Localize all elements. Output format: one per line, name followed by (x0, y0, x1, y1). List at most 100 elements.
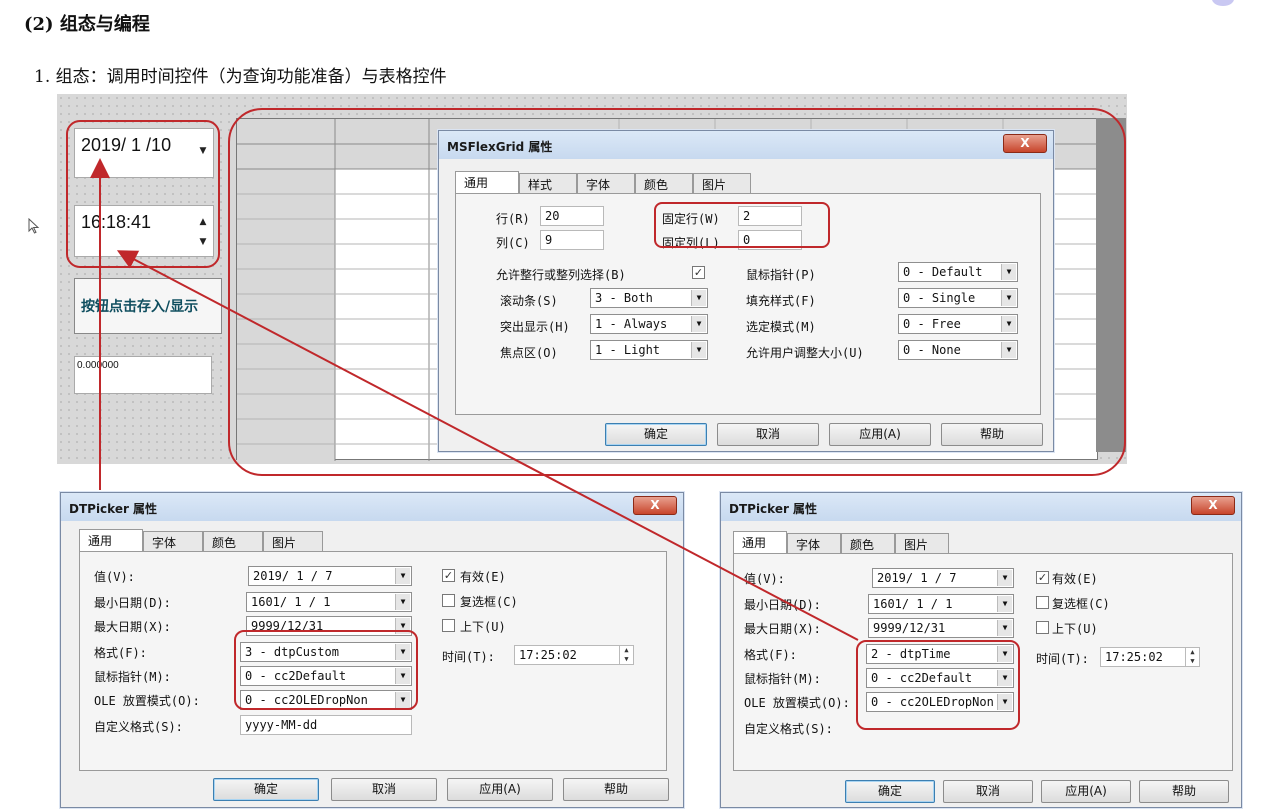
tab-strip: 通用 样式 字体 颜色 图片 (455, 171, 785, 195)
dialog-title: MSFlexGrid 属性 (439, 131, 1053, 159)
help-button[interactable]: 帮助 (941, 423, 1043, 446)
time-label: 时间(T): (442, 650, 495, 664)
apply-button[interactable]: 应用(A) (1041, 780, 1131, 803)
help-button[interactable]: 帮助 (563, 778, 669, 801)
time-field[interactable]: 17:25:02 ▲ ▼ (514, 645, 634, 665)
max-date-select[interactable]: 9999/12/31 ▼ (868, 618, 1014, 638)
focus-rect-select[interactable]: 1 - Light ▼ (590, 340, 708, 360)
spin-icon[interactable]: ▲ ▼ (619, 646, 633, 664)
cancel-button[interactable]: 取消 (331, 778, 437, 801)
dropdown-arrow-icon: ▼ (395, 594, 410, 610)
checkbox-checkbox[interactable] (1036, 596, 1049, 609)
fixed-cols-field[interactable]: 0 (738, 230, 802, 250)
apply-button[interactable]: 应用(A) (829, 423, 931, 446)
general-panel: 行(R) 20 列(C) 9 固定行(W) 2 固定列(L) 0 允许整行或整列… (455, 193, 1041, 415)
ok-button[interactable]: 确定 (845, 780, 935, 803)
value-select[interactable]: 2019/ 1 / 7 ▼ (248, 566, 412, 586)
dtpicker-time-control[interactable]: 16:18:41 ▲ ▼ (74, 205, 214, 257)
updown-checkbox[interactable] (442, 619, 455, 632)
allow-resize-select[interactable]: 0 - None ▼ (898, 340, 1018, 360)
ole-drop-select[interactable]: 0 - cc2OLEDropNon ▼ (240, 690, 412, 710)
store-display-button[interactable]: 按钮点击存入/显示 (74, 278, 222, 334)
ok-button[interactable]: 确定 (605, 423, 707, 446)
fill-style-value: 0 - Single (903, 291, 976, 305)
tab-style[interactable]: 样式 (519, 173, 577, 193)
tab-picture[interactable]: 图片 (693, 173, 751, 193)
min-date-select[interactable]: 1601/ 1 / 1 ▼ (246, 592, 412, 612)
tab-strip: 通用 字体 颜色 图片 (79, 529, 359, 553)
mouse-pointer-label: 鼠标指针(M): (94, 670, 171, 684)
tab-font[interactable]: 字体 (143, 531, 203, 551)
cols-field[interactable]: 9 (540, 230, 604, 250)
spin-icon[interactable]: ▲ ▼ (1185, 648, 1199, 666)
spin-down-icon: ▼ (624, 655, 629, 663)
mouse-pointer-select[interactable]: 0 - Default ▼ (898, 262, 1018, 282)
tab-color[interactable]: 颜色 (635, 173, 693, 193)
format-select[interactable]: 3 - dtpCustom ▼ (240, 642, 412, 662)
step-heading: 1. 组态：调用时间控件（为查询功能准备）与表格控件 (34, 67, 447, 87)
updown-checkbox[interactable] (1036, 621, 1049, 634)
value-select[interactable]: 2019/ 1 / 7 ▼ (872, 568, 1014, 588)
dtpicker-date-control[interactable]: 2019/ 1 /10 ▼ (74, 128, 214, 178)
value-text: 2019/ 1 / 7 (877, 571, 957, 585)
dtpicker-time-value: 16:18:41 (81, 212, 152, 232)
dropdown-arrow-icon: ▼ (395, 692, 410, 708)
cancel-button[interactable]: 取消 (717, 423, 819, 446)
dropdown-arrow-icon: ▼ (691, 316, 706, 332)
rows-field[interactable]: 20 (540, 206, 604, 226)
allow-resize-label: 允许用户调整大小(U) (746, 346, 864, 360)
selection-mode-select[interactable]: 0 - Free ▼ (898, 314, 1018, 334)
max-date-select[interactable]: 9999/12/31 ▼ (246, 616, 412, 636)
custom-format-field[interactable]: yyyy-MM-dd (240, 715, 412, 735)
decorative-blob (1212, 0, 1234, 6)
apply-button[interactable]: 应用(A) (447, 778, 553, 801)
spin-down-icon[interactable]: ▼ (195, 234, 211, 250)
highlight-value: 1 - Always (595, 317, 668, 331)
close-icon[interactable]: X (633, 496, 677, 515)
tab-color[interactable]: 颜色 (203, 531, 263, 551)
tab-picture[interactable]: 图片 (263, 531, 323, 551)
close-icon[interactable]: X (1003, 134, 1047, 153)
highlight-select[interactable]: 1 - Always ▼ (590, 314, 708, 334)
enabled-checkbox[interactable]: ✓ (442, 569, 455, 582)
dtpicker-date-value: 2019/ 1 /10 (81, 135, 172, 155)
min-date-select[interactable]: 1601/ 1 / 1 ▼ (868, 594, 1014, 614)
fill-style-label: 填充样式(F) (746, 294, 816, 308)
enabled-label: 有效(E) (460, 570, 506, 584)
tab-color[interactable]: 颜色 (841, 533, 895, 553)
fixed-rows-field[interactable]: 2 (738, 206, 802, 226)
dropdown-arrow-icon: ▼ (997, 570, 1012, 586)
tab-general[interactable]: 通用 (733, 531, 787, 553)
ole-drop-select[interactable]: 0 - cc2OLEDropNon ▼ (866, 692, 1014, 712)
allow-select-checkbox[interactable]: ✓ (692, 266, 705, 279)
spin-up-icon[interactable]: ▲ (195, 214, 211, 230)
help-button[interactable]: 帮助 (1139, 780, 1229, 803)
dropdown-arrow-icon[interactable]: ▼ (195, 143, 211, 159)
enabled-label: 有效(E) (1052, 572, 1098, 586)
mouse-pointer-select[interactable]: 0 - cc2Default ▼ (240, 666, 412, 686)
close-icon[interactable]: X (1191, 496, 1235, 515)
tab-general[interactable]: 通用 (79, 529, 143, 551)
tab-picture[interactable]: 图片 (895, 533, 949, 553)
time-field[interactable]: 17:25:02 ▲ ▼ (1100, 647, 1200, 667)
updown-label: 上下(U) (460, 620, 506, 634)
ok-button[interactable]: 确定 (213, 778, 319, 801)
scrollbars-select[interactable]: 3 - Both ▼ (590, 288, 708, 308)
tab-font[interactable]: 字体 (577, 173, 635, 193)
number-textbox[interactable]: 0.000000 (74, 356, 212, 394)
enabled-checkbox[interactable]: ✓ (1036, 571, 1049, 584)
selection-mode-value: 0 - Free (903, 317, 961, 331)
tab-general[interactable]: 通用 (455, 171, 519, 193)
spin-up-icon: ▲ (1190, 648, 1195, 656)
selection-mode-label: 选定模式(M) (746, 320, 816, 334)
format-select[interactable]: 2 - dtpTime ▼ (866, 644, 1014, 664)
tab-font[interactable]: 字体 (787, 533, 841, 553)
checkbox-checkbox[interactable] (442, 594, 455, 607)
min-date-text: 1601/ 1 / 1 (873, 597, 953, 611)
format-label: 格式(F): (744, 648, 797, 662)
time-label: 时间(T): (1036, 652, 1089, 666)
fill-style-select[interactable]: 0 - Single ▼ (898, 288, 1018, 308)
cancel-button[interactable]: 取消 (943, 780, 1033, 803)
mouse-pointer-select[interactable]: 0 - cc2Default ▼ (866, 668, 1014, 688)
allow-resize-value: 0 - None (903, 343, 961, 357)
